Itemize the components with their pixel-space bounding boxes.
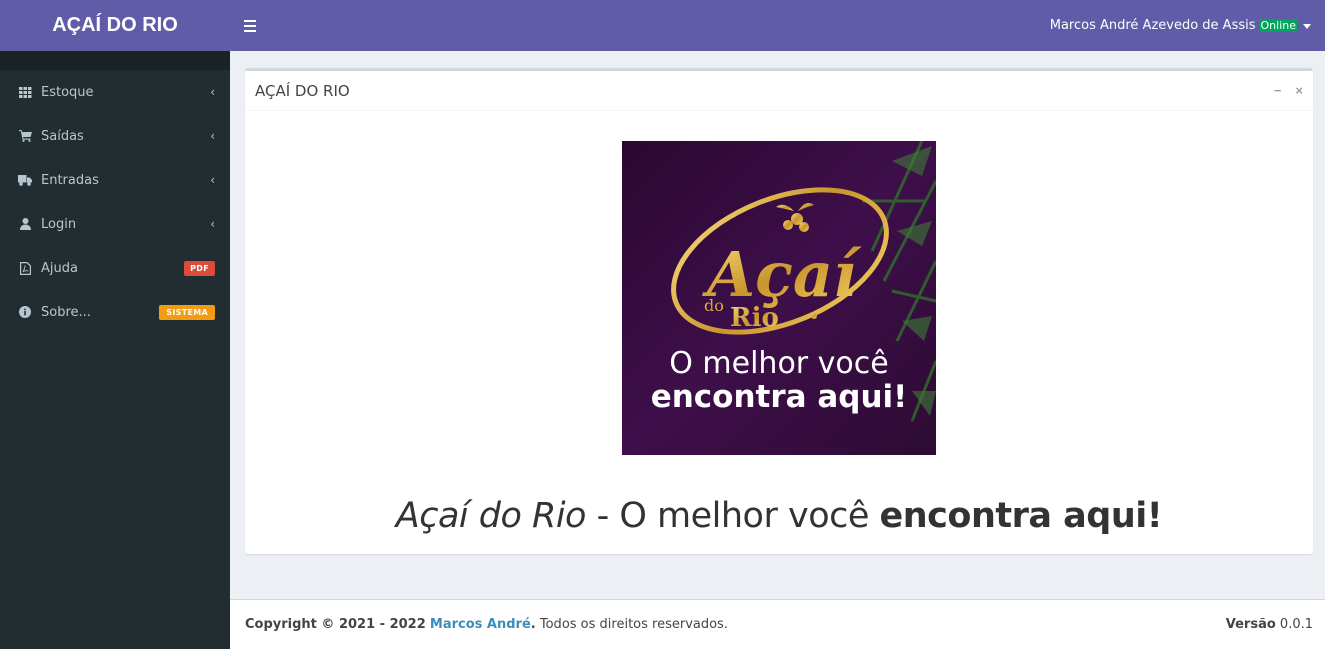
- app-logo[interactable]: AÇAÍ DO RIO: [0, 0, 230, 51]
- minus-icon[interactable]: −: [1274, 83, 1282, 98]
- box-title: AÇAÍ DO RIO: [255, 81, 350, 100]
- sidebar-item-label: Login: [41, 216, 77, 232]
- chevron-left-icon: ‹: [210, 173, 215, 187]
- truck-icon: [18, 173, 32, 187]
- sidebar-item-label: Saídas: [41, 128, 84, 144]
- copyright-text: Copyright © 2021 - 2022: [245, 617, 426, 632]
- box-tools: − ×: [1274, 83, 1303, 98]
- acai-do-rio-logo-image: Açaí do Rio O melhor você encontra aqui!: [622, 141, 936, 455]
- box-header: AÇAÍ DO RIO − ×: [245, 71, 1313, 111]
- user-icon: [18, 217, 32, 231]
- svg-text:Açaí: Açaí: [702, 238, 862, 311]
- svg-text:do: do: [704, 296, 724, 315]
- top-navbar: Marcos André Azevedo de Assis Online: [230, 0, 1325, 51]
- pdf-badge: PDF: [184, 260, 215, 276]
- file-pdf-icon: [18, 261, 32, 275]
- version-number: 0.0.1: [1279, 617, 1313, 632]
- sidebar-item-login[interactable]: Login ‹: [0, 202, 230, 246]
- sidebar-item-sobre[interactable]: Sobre... SISTEMA: [0, 290, 230, 334]
- tagline-text: - O melhor você: [585, 496, 880, 536]
- footer-copyright: Copyright © 2021 - 2022 Marcos André. To…: [245, 617, 728, 632]
- tagline-brand: Açaí do Rio: [395, 496, 587, 536]
- system-badge: SISTEMA: [159, 304, 215, 320]
- sidebar-toggle-icon[interactable]: [244, 19, 260, 32]
- chevron-left-icon: ‹: [210, 217, 215, 231]
- sidebar-item-label: Entradas: [41, 172, 99, 188]
- sidebar-item-label: Estoque: [41, 84, 94, 100]
- footer: Copyright © 2021 - 2022 Marcos André. To…: [230, 599, 1325, 649]
- svg-text:O melhor você: O melhor você: [669, 346, 888, 381]
- tagline-strong: encontra aqui!: [879, 496, 1163, 536]
- chevron-left-icon: ‹: [210, 129, 215, 143]
- version-label: Versão: [1225, 617, 1276, 632]
- chevron-left-icon: ‹: [210, 85, 215, 99]
- sidebar-item-label: Ajuda: [41, 260, 78, 276]
- rights-text: Todos os direitos reservados.: [539, 617, 728, 632]
- content-box: AÇAÍ DO RIO − × Açaí do Rio O melhor voc…: [245, 68, 1313, 554]
- svg-text:Rio: Rio: [730, 303, 779, 333]
- footer-version: Versão 0.0.1: [1226, 617, 1313, 632]
- sidebar-item-label: Sobre...: [41, 304, 91, 320]
- cart-icon: [18, 129, 32, 143]
- caret-down-icon: [1303, 24, 1311, 29]
- user-menu[interactable]: Marcos André Azevedo de Assis Online: [1050, 18, 1311, 33]
- info-icon: [18, 305, 32, 319]
- svg-text:encontra aqui!: encontra aqui!: [651, 379, 908, 415]
- user-name: Marcos André Azevedo de Assis: [1049, 18, 1256, 33]
- tagline: Açaí do Rio - O melhor você encontra aqu…: [245, 496, 1313, 536]
- author-link[interactable]: Marcos André: [430, 617, 531, 632]
- close-icon[interactable]: ×: [1295, 83, 1303, 98]
- sidebar: Estoque ‹ Saídas ‹ Entradas ‹ Login ‹ Aj…: [0, 51, 230, 649]
- sidebar-item-entradas[interactable]: Entradas ‹: [0, 158, 230, 202]
- sidebar-item-ajuda[interactable]: Ajuda PDF: [0, 246, 230, 290]
- th-icon: [18, 85, 32, 99]
- sidebar-user-panel: [0, 51, 230, 70]
- sidebar-item-saidas[interactable]: Saídas ‹: [0, 114, 230, 158]
- online-status-badge: Online: [1259, 19, 1297, 32]
- sidebar-item-estoque[interactable]: Estoque ‹: [0, 70, 230, 114]
